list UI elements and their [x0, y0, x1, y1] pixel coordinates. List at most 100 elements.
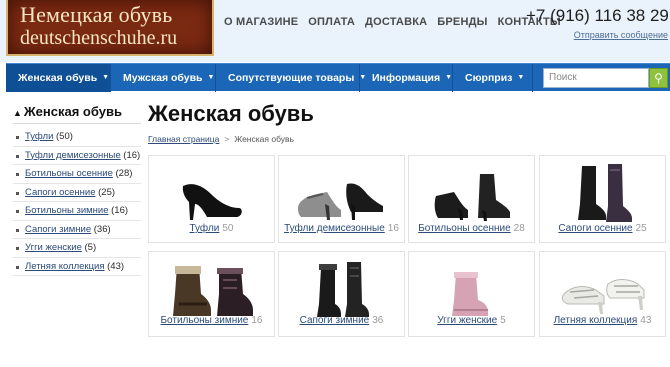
category-caption: Ботильоны зимние 16 — [149, 315, 274, 326]
breadcrumb-home-link[interactable]: Главная страница — [148, 134, 219, 144]
page-title: Женская обувь — [148, 101, 314, 126]
nav-accessories[interactable]: Сопутствующие товары ▼ — [216, 63, 366, 92]
ankle-boots-icon[interactable] — [409, 160, 534, 222]
nav-label: Информация — [372, 71, 441, 84]
category-card[interactable]: Летняя коллекция 43 — [539, 251, 666, 337]
sidebar-item-count: (16) — [123, 149, 141, 161]
category-caption: Угги женские 5 — [409, 315, 534, 326]
sidebar-item[interactable]: Сапоги зимние (36) — [13, 221, 141, 239]
category-link[interactable]: Туфли — [190, 223, 220, 234]
sidebar-item-count: (25) — [98, 186, 116, 198]
sidebar-item-link[interactable]: Туфли — [25, 131, 53, 142]
demi-season-shoes-icon[interactable] — [279, 160, 404, 222]
category-caption: Сапоги осенние 25 — [540, 223, 665, 234]
category-count: 16 — [251, 315, 263, 326]
breadcrumb-current: Женская обувь — [234, 134, 294, 144]
sidebar-item-count: (28) — [115, 168, 133, 179]
top-link-delivery[interactable]: ДОСТАВКА — [365, 16, 427, 28]
phone-number: +7 (916) 116 38 29 — [526, 6, 669, 25]
sidebar-item-link[interactable]: Сапоги осенние — [25, 187, 96, 198]
nav-label: Сюрприз — [465, 71, 513, 84]
chevron-up-icon: ▲ — [13, 108, 22, 118]
winter-ankle-boots-icon[interactable] — [149, 256, 274, 318]
sidebar-item-link[interactable]: Ботильоны зимние — [25, 205, 109, 216]
logo-domain: deutschenschuhe.ru — [20, 27, 178, 49]
category-caption: Туфли 50 — [149, 223, 274, 234]
chevron-down-icon: ▼ — [207, 74, 215, 81]
sidebar-item-link[interactable]: Угги женские — [25, 242, 82, 253]
category-caption: Летняя коллекция 43 — [540, 315, 665, 326]
top-link-brands[interactable]: БРЕНДЫ — [437, 16, 487, 28]
category-card[interactable]: Сапоги осенние 25 — [539, 155, 666, 243]
top-link-payment[interactable]: ОПЛАТА — [308, 16, 355, 28]
category-card[interactable]: Туфли 50 — [148, 155, 275, 243]
category-count: 28 — [513, 223, 525, 234]
sidebar-item-count: (5) — [84, 242, 97, 253]
nav-label: Женская обувь — [18, 71, 98, 84]
breadcrumb-separator-icon: > — [224, 134, 230, 144]
search-icon: ⚲ — [654, 71, 663, 85]
sidebar-item[interactable]: Туфли (50) — [13, 128, 141, 147]
search-button[interactable]: ⚲ — [649, 68, 668, 88]
sidebar-list: Туфли (50) Туфли демисезонные (16) Ботил… — [13, 128, 141, 276]
main-nav: Женская обувь ▼ Мужская обувь ▼ Сопутствую… — [6, 63, 670, 92]
category-card[interactable]: Сапоги зимние 36 — [278, 251, 405, 337]
sidebar-title-text: Женская обувь — [23, 104, 122, 119]
nav-label: Мужская обувь — [123, 71, 203, 84]
nav-womens-shoes[interactable]: Женская обувь ▼ — [6, 63, 111, 92]
category-caption: Сапоги зимние 36 — [279, 315, 404, 326]
category-count: 16 — [387, 223, 399, 234]
pump-shoe-icon[interactable] — [149, 160, 274, 222]
header: Немецкая обувь deutschenschuhe.ru О МАГА… — [0, 0, 670, 62]
category-caption: Ботильоны осенние 28 — [409, 223, 534, 234]
sidebar-item-link[interactable]: Сапоги зимние — [25, 224, 91, 235]
sidebar-item-link[interactable]: Летняя коллекция — [25, 261, 104, 272]
ugg-boots-icon[interactable] — [409, 256, 534, 318]
category-card[interactable]: Туфли демисезонные 16 — [278, 155, 405, 243]
send-message-link[interactable]: Отправить сообщение — [574, 30, 668, 40]
logo-title: Немецкая обувь — [20, 2, 173, 27]
category-count: 25 — [635, 223, 647, 234]
category-link[interactable]: Ботильоны осенние — [418, 223, 510, 234]
sidebar-item-count: (43) — [107, 260, 125, 272]
category-count: 43 — [640, 315, 652, 326]
category-link[interactable]: Туфли демисезонные — [284, 223, 385, 234]
category-card[interactable]: Угги женские 5 — [408, 251, 535, 337]
tall-boots-icon[interactable] — [540, 160, 665, 222]
nav-mens-shoes[interactable]: Мужская обувь ▼ — [111, 63, 216, 92]
sidebar-item[interactable]: Туфли демисезонные (16) — [13, 147, 141, 165]
sidebar-item[interactable]: Угги женские (5) — [13, 239, 141, 258]
site-logo[interactable]: Немецкая обувь deutschenschuhe.ru — [6, 0, 214, 56]
category-link[interactable]: Сапоги зимние — [300, 315, 370, 326]
category-card[interactable]: Ботильоны зимние 16 — [148, 251, 275, 337]
category-link[interactable]: Угги женские — [437, 315, 497, 326]
chevron-down-icon: ▼ — [102, 74, 110, 81]
summer-sandals-icon[interactable] — [540, 256, 665, 318]
category-count: 36 — [372, 315, 384, 326]
sidebar: ▲ Женская обувь Туфли (50) Туфли демисезо… — [13, 104, 141, 276]
breadcrumb: Главная страница > Женская обувь — [148, 134, 294, 144]
search-input[interactable]: Поиск — [543, 68, 649, 88]
winter-boots-icon[interactable] — [279, 256, 404, 318]
sidebar-item-count: (36) — [93, 223, 111, 235]
page: Немецкая обувь deutschenschuhe.ru О МАГА… — [0, 0, 670, 367]
sidebar-title: ▲ Женская обувь — [13, 104, 141, 124]
sidebar-item[interactable]: Ботильоны зимние (16) — [13, 202, 141, 221]
category-card[interactable]: Ботильоны осенние 28 — [408, 155, 535, 243]
nav-surprise[interactable]: Сюрприз ▼ — [453, 63, 533, 92]
sidebar-item[interactable]: Летняя коллекция (43) — [13, 258, 141, 276]
nav-information[interactable]: Информация ▼ — [360, 63, 453, 92]
nav-label: Сопутствующие товары — [228, 71, 355, 84]
category-count: 50 — [222, 223, 234, 234]
category-link[interactable]: Летняя коллекция — [554, 315, 638, 326]
top-link-about[interactable]: О МАГАЗИНЕ — [224, 16, 298, 28]
sidebar-item-link[interactable]: Ботильоны осенние — [25, 168, 113, 179]
sidebar-item[interactable]: Ботильоны осенние (28) — [13, 165, 141, 184]
category-caption: Туфли демисезонные 16 — [279, 223, 404, 234]
category-link[interactable]: Сапоги осенние — [558, 223, 632, 234]
category-link[interactable]: Ботильоны зимние — [160, 315, 248, 326]
chevron-down-icon: ▼ — [445, 74, 453, 81]
chevron-down-icon: ▼ — [517, 74, 525, 81]
sidebar-item-link[interactable]: Туфли демисезонные — [25, 150, 121, 161]
sidebar-item[interactable]: Сапоги осенние (25) — [13, 184, 141, 202]
